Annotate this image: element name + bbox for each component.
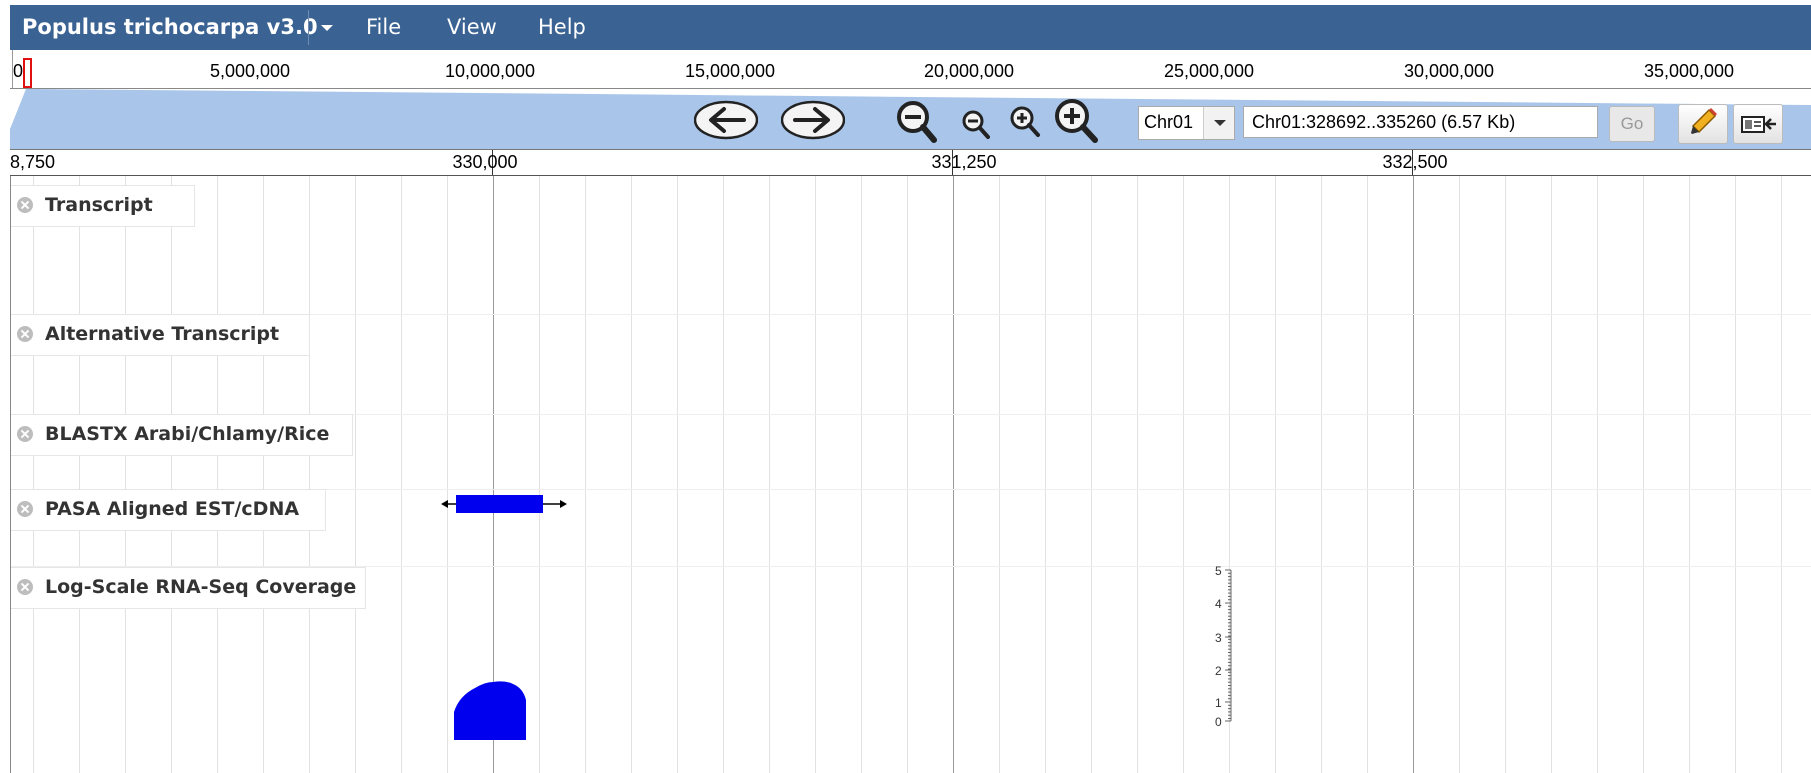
grid-line bbox=[1551, 176, 1552, 773]
ruler-label: 330,000 bbox=[452, 152, 518, 172]
ruler-label: 331,250 bbox=[931, 152, 997, 172]
zoom-in-small-icon[interactable] bbox=[1008, 104, 1042, 140]
ruler-label: 8,750 bbox=[10, 152, 56, 172]
grid-line bbox=[999, 176, 1000, 773]
grid-line bbox=[33, 176, 34, 773]
detail-ruler[interactable]: 8,750 330,000 331,250 332,500 bbox=[10, 149, 1811, 177]
close-icon[interactable] bbox=[17, 197, 33, 213]
close-icon[interactable] bbox=[17, 579, 33, 595]
grid-line bbox=[1781, 176, 1782, 773]
grid-line bbox=[1137, 176, 1138, 773]
export-icon bbox=[1741, 116, 1776, 133]
chevron-down-icon bbox=[321, 25, 333, 31]
menubar: Populus trichocarpa v3.0 File View Help bbox=[10, 5, 1811, 50]
grid-line bbox=[171, 176, 172, 773]
overview-label: 30,000,000 bbox=[1403, 61, 1495, 81]
grid-line bbox=[1597, 176, 1598, 773]
grid-line bbox=[355, 176, 356, 773]
location-input[interactable] bbox=[1243, 106, 1598, 138]
app-dropdown-button[interactable] bbox=[308, 10, 345, 45]
grid-line bbox=[1643, 176, 1644, 773]
menu-view[interactable]: View bbox=[447, 5, 497, 50]
axis-tick-label: 2 bbox=[1215, 664, 1222, 678]
track-area[interactable]: Transcript Alternative Transcript BLASTX… bbox=[10, 176, 1811, 773]
grid-line bbox=[79, 176, 80, 773]
overview-label: 15,000,000 bbox=[684, 61, 776, 81]
axis-tick-label: 5 bbox=[1215, 564, 1222, 578]
grid-line bbox=[401, 176, 402, 773]
track-label-rnaseq-coverage[interactable]: Log-Scale RNA-Seq Coverage bbox=[11, 567, 366, 609]
pasa-feature[interactable] bbox=[441, 493, 571, 515]
close-icon[interactable] bbox=[17, 326, 33, 342]
menu-file[interactable]: File bbox=[366, 5, 401, 50]
axis-tick-label: 4 bbox=[1215, 597, 1222, 611]
zoom-in-large-icon[interactable] bbox=[1052, 96, 1102, 146]
coverage-axis: 5 4 3 2 1 0 bbox=[1215, 564, 1232, 729]
menu-help[interactable]: Help bbox=[538, 5, 586, 50]
grid-line bbox=[309, 176, 310, 773]
track-label-transcript[interactable]: Transcript bbox=[11, 185, 195, 227]
grid-line bbox=[631, 176, 632, 773]
grid-line bbox=[815, 176, 816, 773]
go-button[interactable]: Go bbox=[1609, 106, 1655, 142]
grid-line bbox=[125, 176, 126, 773]
overview-location-marker[interactable] bbox=[23, 58, 32, 88]
grid-line bbox=[769, 176, 770, 773]
grid-line bbox=[907, 176, 908, 773]
axis-tick-label: 1 bbox=[1215, 696, 1222, 710]
track-label-blastx[interactable]: BLASTX Arabi/Chlamy/Rice bbox=[11, 414, 353, 456]
highlight-button[interactable] bbox=[1678, 104, 1728, 144]
grid-line bbox=[1459, 176, 1460, 773]
axis-tick-label: 0 bbox=[1215, 715, 1222, 729]
chevron-down-icon[interactable] bbox=[1203, 107, 1234, 139]
track-label-pasa[interactable]: PASA Aligned EST/cDNA bbox=[11, 489, 326, 531]
ruler-label: 332,500 bbox=[1382, 152, 1448, 172]
grid-line bbox=[723, 176, 724, 773]
chromosome-select[interactable]: Chr01 bbox=[1138, 106, 1235, 140]
grid-line bbox=[861, 176, 862, 773]
grid-line-major bbox=[1413, 176, 1414, 773]
track-label-text: Log-Scale RNA-Seq Coverage bbox=[45, 576, 357, 598]
zoom-out-small-icon[interactable] bbox=[960, 108, 992, 142]
track-label-text: Alternative Transcript bbox=[45, 323, 280, 345]
grid-line-major bbox=[953, 176, 954, 773]
grid-line bbox=[1183, 176, 1184, 773]
track-label-text: PASA Aligned EST/cDNA bbox=[45, 498, 300, 520]
pan-left-icon[interactable] bbox=[694, 100, 758, 140]
overview-label: 25,000,000 bbox=[1163, 61, 1255, 81]
grid-line bbox=[1091, 176, 1092, 773]
overview-label: 0 bbox=[13, 61, 24, 81]
overview-ruler[interactable]: 0 5,000,000 10,000,000 15,000,000 20,000… bbox=[10, 50, 1811, 89]
axis-tick-label: 3 bbox=[1215, 631, 1222, 645]
coverage-feature[interactable] bbox=[451, 674, 541, 740]
close-icon[interactable] bbox=[17, 501, 33, 517]
pan-right-icon[interactable] bbox=[781, 100, 845, 140]
grid-line bbox=[1275, 176, 1276, 773]
close-icon[interactable] bbox=[17, 426, 33, 442]
grid-line bbox=[1689, 176, 1690, 773]
overview-label: 10,000,000 bbox=[444, 61, 536, 81]
grid-line bbox=[217, 176, 218, 773]
grid-line bbox=[585, 176, 586, 773]
grid-line bbox=[677, 176, 678, 773]
zoom-out-large-icon[interactable] bbox=[894, 98, 940, 146]
overview-label: 20,000,000 bbox=[923, 61, 1015, 81]
highlight-icon bbox=[1691, 108, 1717, 134]
track-label-text: Transcript bbox=[45, 194, 153, 216]
export-button[interactable] bbox=[1733, 104, 1783, 144]
grid-line bbox=[1735, 176, 1736, 773]
app-title[interactable]: Populus trichocarpa v3.0 bbox=[22, 5, 318, 50]
overview-label: 35,000,000 bbox=[1643, 61, 1735, 81]
grid-line bbox=[1367, 176, 1368, 773]
grid-line bbox=[1505, 176, 1506, 773]
track-label-alternative-transcript[interactable]: Alternative Transcript bbox=[11, 314, 310, 356]
track-label-text: BLASTX Arabi/Chlamy/Rice bbox=[45, 423, 330, 445]
grid-line bbox=[1045, 176, 1046, 773]
grid-line bbox=[1321, 176, 1322, 773]
grid-line bbox=[447, 176, 448, 773]
chromosome-value: Chr01 bbox=[1144, 112, 1194, 132]
overview-label: 5,000,000 bbox=[209, 61, 291, 81]
grid-line bbox=[263, 176, 264, 773]
